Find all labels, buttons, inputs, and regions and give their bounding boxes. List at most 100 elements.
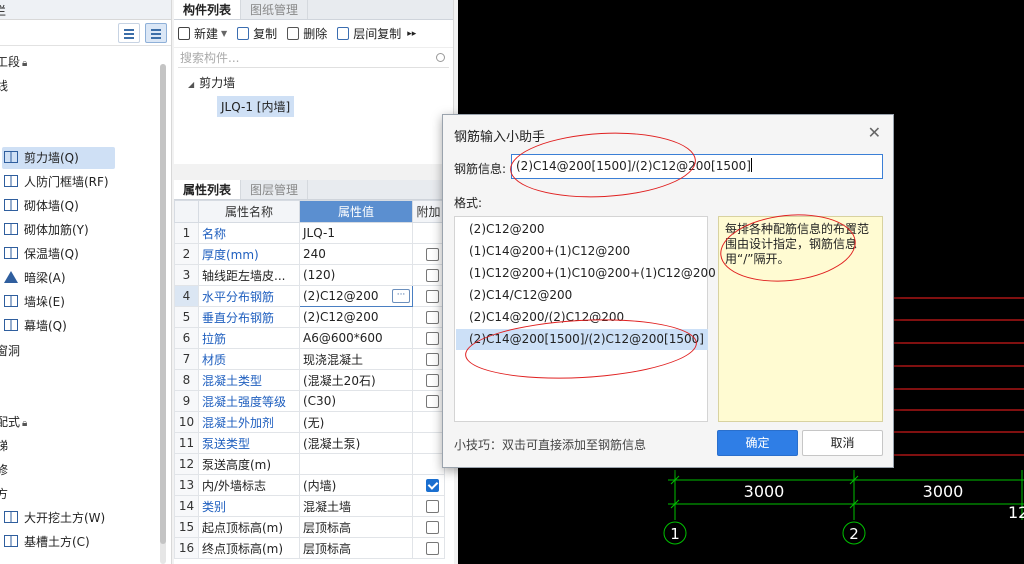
search-input[interactable]: 搜索构件... — [180, 51, 239, 65]
property-value[interactable] — [299, 453, 413, 475]
caret-down-icon[interactable]: ◢ — [188, 80, 194, 89]
property-row[interactable]: 3 轴线距左墙皮... (120) — [174, 264, 445, 286]
property-name: 起点顶标高(m) — [198, 516, 300, 538]
property-row[interactable]: 9 混凝土强度等级 (C30) — [174, 390, 445, 412]
property-name: 混凝土类型 — [198, 369, 300, 391]
property-extra — [412, 222, 445, 244]
nav-group-finish[interactable]: 修 — [0, 459, 8, 481]
extra-checkbox[interactable] — [426, 290, 439, 303]
tab-component-list[interactable]: 构件列表 — [174, 0, 242, 19]
property-value[interactable]: (混凝土泵) — [299, 432, 413, 454]
tab-property-list[interactable]: 属性列表 — [174, 180, 242, 199]
dim-label-1: 3000 — [744, 482, 785, 501]
extra-checkbox[interactable] — [426, 521, 439, 534]
property-value[interactable]: (2)C12@200 — [299, 306, 413, 328]
extra-checkbox[interactable] — [426, 500, 439, 513]
nav-item-shear-wall[interactable]: 剪力墙(Q) — [2, 147, 115, 169]
property-row[interactable]: 5 垂直分布钢筋 (2)C12@200 — [174, 306, 445, 328]
format-list-item[interactable]: (1)C14@200+(1)C12@200 — [456, 241, 708, 262]
ok-button[interactable]: 确定 — [717, 430, 798, 456]
row-number: 15 — [174, 516, 199, 538]
tree-item-jlq1[interactable]: JLQ-1 [内墙] — [217, 96, 295, 117]
list-view-icon[interactable] — [118, 23, 140, 43]
property-value[interactable]: 混凝土墙 — [299, 495, 413, 517]
nav-item-civil-defense-wall[interactable]: 人防门框墙(RF) — [4, 171, 109, 193]
property-row[interactable]: 12 泵送高度(m) — [174, 453, 445, 475]
property-row[interactable]: 16 终点顶标高(m) 层顶标高 — [174, 537, 445, 559]
search-icon[interactable] — [436, 53, 445, 62]
extra-checkbox[interactable] — [426, 479, 439, 492]
format-list-item[interactable]: (2)C12@200 — [456, 219, 708, 240]
property-row[interactable]: 6 拉筋 A6@600*600 — [174, 327, 445, 349]
more-dots-button[interactable]: ··· — [392, 289, 410, 303]
property-row[interactable]: 8 混凝土类型 (混凝土20石) — [174, 369, 445, 391]
nav-item-masonry-wall[interactable]: 砌体墙(Q) — [4, 195, 79, 217]
property-value[interactable]: 现浇混凝土 — [299, 348, 413, 370]
left-nav-scrollbar[interactable] — [160, 64, 166, 564]
extra-checkbox[interactable] — [426, 395, 439, 408]
nav-group-earthwork[interactable]: 方 — [0, 483, 8, 505]
property-row[interactable]: 15 起点顶标高(m) 层顶标高 — [174, 516, 445, 538]
nav-item-insulation-wall[interactable]: 保温墙(Q) — [4, 243, 79, 265]
property-value[interactable]: (内墙) — [299, 474, 413, 496]
tab-drawing-manage[interactable]: 图纸管理 — [241, 0, 309, 19]
property-row[interactable]: 2 厚度(mm) 240 — [174, 243, 445, 265]
extra-checkbox[interactable] — [426, 311, 439, 324]
nav-item-excavation[interactable]: 大开挖土方(W) — [4, 507, 105, 529]
nav-item-line[interactable]: 线 — [0, 75, 8, 97]
property-value[interactable]: JLQ-1 — [299, 222, 413, 244]
nav-item-section[interactable]: 工段🔒︎ — [0, 51, 27, 73]
nav-item-curtain-wall[interactable]: 幕墙(Q) — [4, 315, 67, 337]
property-value[interactable]: (120) — [299, 264, 413, 286]
property-value[interactable]: 层顶标高 — [299, 516, 413, 538]
property-row[interactable]: 1 名称 JLQ-1 — [174, 222, 445, 244]
property-row[interactable]: 7 材质 现浇混凝土 — [174, 348, 445, 370]
format-list-item[interactable]: (1)C12@200+(1)C10@200+(1)C12@200 — [456, 263, 716, 284]
property-row[interactable]: 14 类别 混凝土墙 — [174, 495, 445, 517]
property-row[interactable]: 13 内/外墙标志 (内墙) — [174, 474, 445, 496]
component-search[interactable]: 搜索构件... — [178, 50, 449, 68]
property-extra — [412, 537, 445, 559]
extra-checkbox[interactable] — [426, 374, 439, 387]
close-icon[interactable]: ✕ — [868, 123, 881, 142]
format-list[interactable]: (2)C12@200 (1)C14@200+(1)C12@200 (1)C12@20… — [454, 216, 716, 422]
chevron-down-icon[interactable]: ▼ — [221, 29, 227, 38]
property-row[interactable]: 11 泵送类型 (混凝土泵) — [174, 432, 445, 454]
nav-group-stairs[interactable]: 梯 — [0, 435, 8, 457]
extra-checkbox[interactable] — [426, 269, 439, 282]
new-button[interactable]: 新建 ▼ — [178, 25, 227, 42]
extra-checkbox[interactable] — [426, 248, 439, 261]
nav-item-masonry-rebar[interactable]: 砌体加筋(Y) — [4, 219, 89, 241]
copy-button[interactable]: 复制 — [237, 25, 277, 42]
property-value[interactable]: 240 — [299, 243, 413, 265]
delete-button[interactable]: 删除 — [287, 25, 327, 42]
floor-copy-button[interactable]: 层间复制 — [337, 25, 401, 42]
tree-group-shear-wall[interactable]: ◢ 剪力墙 — [188, 74, 235, 91]
nav-item-trench[interactable]: 基槽土方(C) — [4, 531, 90, 553]
extra-checkbox[interactable] — [426, 353, 439, 366]
cancel-button[interactable]: 取消 — [802, 430, 883, 456]
property-value[interactable]: (混凝土20石) — [299, 369, 413, 391]
format-list-item[interactable]: (2)C14@200[1500]/(2)C12@200[1500] — [456, 329, 708, 350]
more-icon[interactable]: ▸▸ — [407, 29, 416, 39]
property-row[interactable]: 4 水平分布钢筋 (2)C12@200 ··· — [174, 285, 445, 307]
format-list-item[interactable]: (2)C14/C12@200 — [456, 285, 708, 306]
extra-checkbox[interactable] — [426, 332, 439, 345]
property-value[interactable]: (2)C12@200 ··· — [299, 285, 413, 307]
property-value[interactable]: (C30) — [299, 390, 413, 412]
format-list-item[interactable]: (2)C14@200/(2)C12@200 — [456, 307, 708, 328]
property-value[interactable]: 层顶标高 — [299, 537, 413, 559]
property-row[interactable]: 10 混凝土外加剂 (无) — [174, 411, 445, 433]
nav-group-prefab[interactable]: 配式🔒︎ — [0, 411, 27, 433]
extra-checkbox[interactable] — [426, 542, 439, 555]
property-value[interactable]: A6@600*600 — [299, 327, 413, 349]
row-number: 13 — [174, 474, 199, 496]
dialog-title: 钢筋输入小助手 — [454, 130, 546, 145]
property-value[interactable]: (无) — [299, 411, 413, 433]
nav-item-hidden-beam[interactable]: 暗梁(A) — [4, 267, 66, 289]
tab-layer-manage[interactable]: 图层管理 — [241, 180, 309, 199]
rebar-info-input[interactable]: (2)C14@200[1500]/(2)C12@200[1500] — [511, 154, 883, 179]
nav-group-opening[interactable]: 窗洞 — [0, 340, 20, 362]
nav-item-wall-pier[interactable]: 墙垛(E) — [4, 291, 65, 313]
detail-view-icon[interactable] — [145, 23, 167, 43]
